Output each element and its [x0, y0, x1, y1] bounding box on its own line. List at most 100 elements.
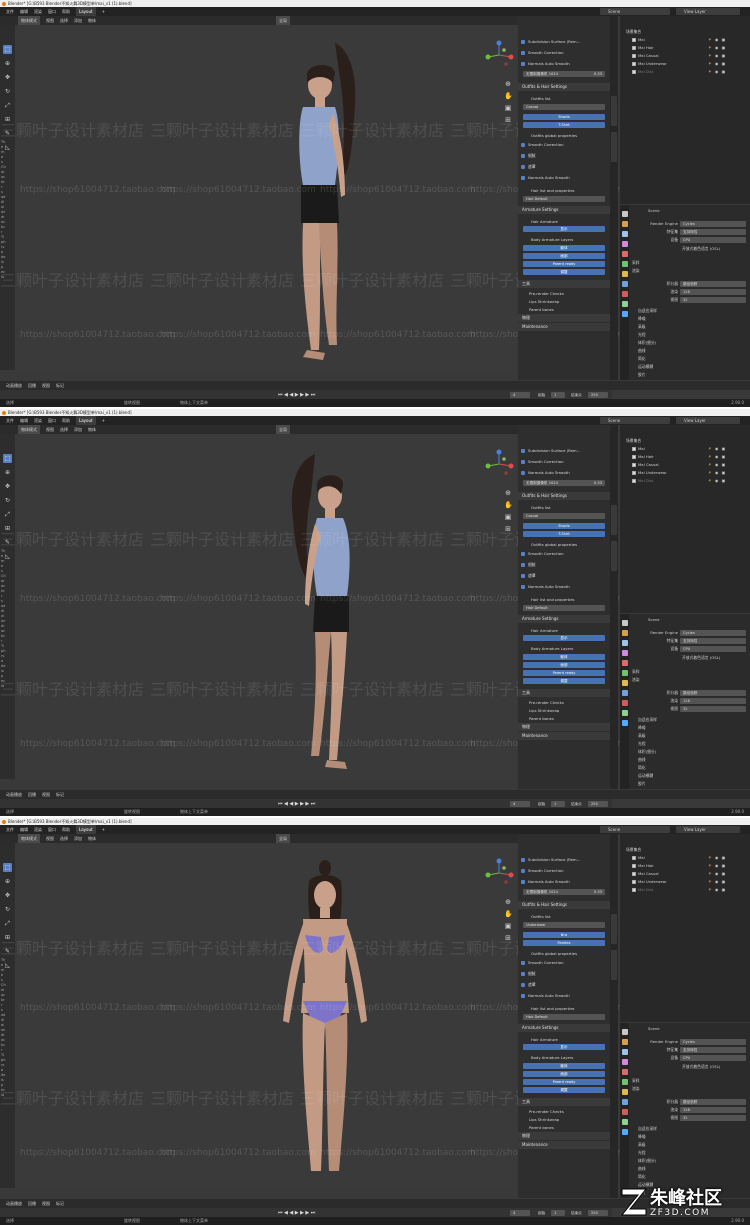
properties-subpanel[interactable]: 胶片 — [638, 780, 750, 787]
outfits-hair-section[interactable]: Outfits & Hair Settings — [518, 83, 610, 91]
tools-section[interactable]: 工具 — [518, 280, 610, 288]
property-field[interactable]: CPU — [680, 645, 746, 652]
properties-subpanel[interactable]: 简化 — [638, 1173, 750, 1180]
tool-row[interactable]: Pre-render Checks — [521, 1108, 607, 1115]
hair-armature-toggle[interactable]: 显示 — [523, 226, 605, 232]
properties-tab-icon[interactable] — [621, 650, 628, 656]
n-panel-tab[interactable] — [611, 914, 617, 944]
visibility-icons[interactable]: ⚘ ◉ ▣ — [708, 469, 748, 476]
properties-tab-icon[interactable] — [621, 1049, 628, 1055]
outliner-row[interactable]: Mai Underwear ⚘ ◉ ▣ — [620, 60, 750, 67]
pan-hand-icon[interactable]: ✋ — [504, 910, 513, 918]
zoom-icon[interactable]: ⊕ — [504, 898, 512, 906]
timeline-menu-item[interactable]: 回播 — [28, 381, 36, 390]
timeline-menu-item[interactable]: 视图 — [42, 381, 50, 390]
checkbox-row[interactable]: 遮罩 — [521, 981, 607, 988]
outliner-row[interactable]: Mai Casual ⚘ ◉ ▣ — [620, 461, 750, 468]
outliner-row[interactable]: Mai ⚘ ◉ ▣ — [620, 445, 750, 452]
annotate-icon[interactable]: ✎ — [3, 129, 12, 138]
outliner-row[interactable]: Mai Underwear ⚘ ◉ ▣ — [620, 469, 750, 476]
camera-icon[interactable]: ▣ — [504, 104, 512, 112]
next-key-icon[interactable]: ▶▶ — [300, 392, 311, 398]
body-layer-button[interactable]: 面部 — [523, 1071, 605, 1077]
checkbox-row[interactable]: 细腻 — [521, 561, 607, 568]
n-panel-tab[interactable] — [611, 950, 617, 980]
properties-tab-icon[interactable] — [621, 700, 628, 706]
camera-render-icon[interactable]: ▣ — [722, 37, 727, 42]
checkbox-checked-icon[interactable] — [521, 51, 525, 55]
visibility-icons[interactable]: ⚘ ◉ ▣ — [708, 52, 748, 59]
body-layer-button[interactable]: 调整 — [523, 678, 605, 684]
properties-tab-icon[interactable] — [621, 291, 628, 297]
eye-icon[interactable]: ◉ — [715, 470, 720, 475]
camera-render-icon[interactable]: ▣ — [722, 462, 727, 467]
view-layer-selector[interactable]: View Layer — [676, 826, 740, 833]
navigation-gizmo[interactable] — [484, 449, 514, 479]
camera-render-icon[interactable]: ▣ — [722, 53, 727, 58]
properties-tab-icon[interactable] — [621, 670, 628, 676]
properties-subpanel[interactable]: 降噪 — [638, 1133, 750, 1140]
visibility-icons[interactable]: ⚘ ◉ ▣ — [708, 477, 748, 484]
armature-section[interactable]: Armature Settings — [518, 206, 610, 214]
grid-icon[interactable]: ⊞ — [504, 934, 512, 942]
checkbox-checked-icon[interactable] — [521, 858, 525, 862]
property-field[interactable]: 32 — [680, 1114, 746, 1121]
outfit-piece-button[interactable]: Bra — [523, 932, 605, 938]
checkbox-row[interactable]: 遮罩 — [521, 163, 607, 170]
scale-icon[interactable]: ⤢ — [3, 919, 12, 928]
scene-collection[interactable]: 场景集合 — [620, 846, 750, 853]
include-checkbox[interactable] — [632, 871, 636, 876]
eye-icon[interactable]: ◉ — [715, 45, 720, 50]
viewport-menu-item[interactable]: 物体 — [88, 834, 96, 843]
properties-subpanel[interactable]: 体积(细分) — [638, 748, 750, 755]
properties-tab-icon[interactable] — [621, 1039, 628, 1045]
body-layer-button[interactable]: 躯体 — [523, 1063, 605, 1069]
render-subsection[interactable]: 渲染 — [632, 676, 748, 683]
properties-tab-icon[interactable] — [621, 1059, 628, 1065]
cursor-icon[interactable]: ⊕ — [3, 59, 12, 68]
navigation-gizmo[interactable] — [484, 858, 514, 888]
checkbox-row[interactable]: Subdivision Surface (Rem... — [521, 447, 607, 454]
properties-tab-icon[interactable] — [621, 241, 628, 247]
viewport-menu-item[interactable]: 添加 — [74, 425, 82, 434]
current-frame-field[interactable]: 4 — [510, 391, 530, 398]
property-field[interactable]: 支持特性 — [680, 637, 746, 644]
camera-render-icon[interactable]: ▣ — [722, 871, 727, 876]
hair-dropdown[interactable]: Hair Default — [523, 605, 605, 611]
viewport-menu-item[interactable]: 视图 — [46, 16, 54, 25]
object-mode-dropdown[interactable]: 物体模式 — [18, 16, 40, 25]
properties-subpanel[interactable]: 光程 — [638, 1149, 750, 1156]
timeline-menu-item[interactable]: 标记 — [56, 381, 64, 390]
grid-icon[interactable]: ⊞ — [504, 116, 512, 124]
properties-tab-icon[interactable] — [621, 710, 628, 716]
visibility-icons[interactable]: ⚘ ◉ ▣ — [708, 44, 748, 51]
camera-render-icon[interactable]: ▣ — [722, 61, 727, 66]
timeline-menu-item[interactable]: 回播 — [28, 1199, 36, 1208]
properties-subpanel[interactable]: 曲线 — [638, 756, 750, 763]
eye-icon[interactable]: ◉ — [715, 855, 720, 860]
prev-key-icon[interactable]: ◀◀ — [284, 1210, 295, 1216]
checkbox-row[interactable]: Smooth Correction — [521, 550, 607, 557]
properties-tab-icon[interactable] — [621, 680, 628, 686]
rotate-icon[interactable]: ↻ — [3, 87, 12, 96]
body-layer-button[interactable]: 躯体 — [523, 245, 605, 251]
eye-icon[interactable]: ◉ — [715, 69, 720, 74]
properties-subpanel[interactable]: 自适应采样 — [638, 716, 750, 723]
eye-icon[interactable]: ◉ — [715, 53, 720, 58]
maintenance-section[interactable]: Maintenance — [518, 1141, 610, 1149]
n-panel-tab[interactable] — [611, 505, 617, 535]
camera-render-icon[interactable]: ▣ — [722, 879, 727, 884]
camera-render-icon[interactable]: ▣ — [722, 887, 727, 892]
visibility-icons[interactable]: ⚘ ◉ ▣ — [708, 68, 748, 75]
menu-item[interactable]: 渲染 — [34, 7, 42, 16]
sampling-section[interactable]: 采样 — [632, 1077, 748, 1084]
properties-subpanel[interactable]: 高级 — [638, 1141, 750, 1148]
camera-render-icon[interactable]: ▣ — [722, 454, 727, 459]
properties-tab-icon[interactable] — [621, 1069, 628, 1075]
properties-tab-icon[interactable] — [621, 261, 628, 267]
tools-section[interactable]: 工具 — [518, 1098, 610, 1106]
osl-checkbox-label[interactable]: 开放式着色语言 (OSL) — [682, 245, 750, 252]
menu-item[interactable]: 文件 — [6, 416, 14, 425]
include-checkbox[interactable] — [632, 470, 636, 475]
properties-subpanel[interactable]: 胶片 — [638, 371, 750, 378]
